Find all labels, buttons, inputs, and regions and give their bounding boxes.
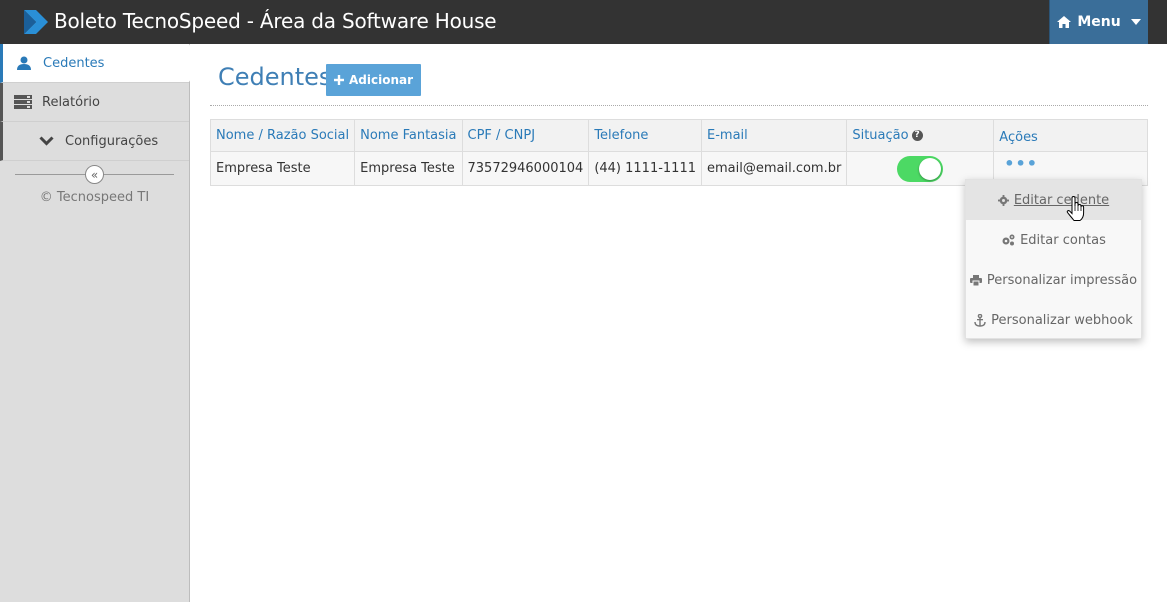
cedentes-table: Nome / Razão Social Nome Fantasia CPF / … [209, 119, 1148, 186]
caret-down-icon [1130, 19, 1141, 25]
sidebar-item-relatorio[interactable]: Relatório [0, 83, 189, 122]
user-icon [13, 56, 35, 70]
chevron-down-icon [35, 136, 57, 146]
actions-ellipsis-button[interactable]: ••• [1004, 156, 1038, 172]
column-header-nome-fantasia[interactable]: Nome Fantasia [354, 119, 463, 152]
toggle-knob [919, 157, 942, 180]
menu-label: Menu [1077, 14, 1121, 30]
hand-cursor-icon [1066, 196, 1085, 221]
sidebar-item-configuracoes[interactable]: Configurações [0, 122, 189, 161]
menu-button[interactable]: Menu [1049, 0, 1148, 44]
menu-item-personalizar-webhook[interactable]: Personalizar webhook [966, 300, 1141, 340]
table-header-row: Nome / Razão Social Nome Fantasia CPF / … [209, 119, 1148, 152]
menu-item-label: Personalizar webhook [991, 312, 1133, 328]
plus-icon [333, 75, 344, 85]
actions-dropdown-menu: Editar cedente Editar contas Personaliza… [965, 179, 1142, 339]
sidebar-item-label: Configurações [65, 133, 159, 149]
app-title: Boleto TecnoSpeed - Área da Software Hou… [54, 9, 497, 33]
menu-item-editar-contas[interactable]: Editar contas [966, 220, 1141, 260]
column-header-razao-social[interactable]: Nome / Razão Social [209, 119, 356, 152]
sidebar-item-cedentes[interactable]: Cedentes [0, 44, 201, 83]
column-header-cpf-cnpj[interactable]: CPF / CNPJ [461, 119, 590, 152]
page-title: Cedentes [218, 63, 332, 91]
collapse-sidebar-button[interactable]: « [85, 165, 104, 184]
menu-item-label: Personalizar impressão [986, 272, 1138, 288]
situacao-toggle[interactable] [897, 155, 944, 182]
server-icon [12, 95, 34, 109]
menu-item-editar-cedente[interactable]: Editar cedente [966, 180, 1141, 220]
column-header-telefone[interactable]: Telefone [588, 119, 702, 152]
sidebar-item-label: Relatório [42, 94, 100, 110]
cell-cpf-cnpj: 73572946000104 [461, 151, 590, 186]
tecnospeed-logo-icon [24, 10, 48, 34]
menu-item-personalizar-impressao[interactable]: Personalizar impressão [966, 260, 1141, 300]
home-icon [1057, 16, 1072, 28]
copyright-text: © Tecnospeed TI [39, 190, 150, 205]
add-cedente-button[interactable]: Adicionar [326, 64, 421, 96]
column-header-situacao[interactable]: Situação? [846, 119, 995, 152]
print-icon [969, 274, 982, 286]
menu-item-label: Editar contas [1020, 232, 1106, 248]
column-header-acoes: Ações [993, 119, 1148, 152]
cell-email: email@email.com.br [700, 151, 848, 186]
sidebar-item-label: Cedentes [43, 55, 105, 71]
column-header-label: Situação [852, 128, 909, 143]
gear-icon [997, 194, 1009, 206]
cell-nome-fantasia: Empresa Teste [354, 151, 463, 186]
sidebar: Cedentes Relatório Configurações « © Tec… [0, 44, 201, 602]
add-button-label: Adicionar [348, 73, 414, 87]
gears-icon [1002, 234, 1015, 246]
anchor-icon [974, 313, 986, 327]
top-bar: Boleto TecnoSpeed - Área da Software Hou… [0, 0, 1167, 44]
cell-razao-social: Empresa Teste [209, 151, 356, 186]
column-header-email[interactable]: E-mail [700, 119, 848, 152]
active-indicator [189, 44, 201, 82]
menu-item-label: Editar cedente [1013, 192, 1110, 208]
question-circle-icon[interactable]: ? [911, 130, 923, 141]
cell-telefone: (44) 1111-1111 [588, 151, 702, 186]
title-divider [210, 105, 1148, 106]
